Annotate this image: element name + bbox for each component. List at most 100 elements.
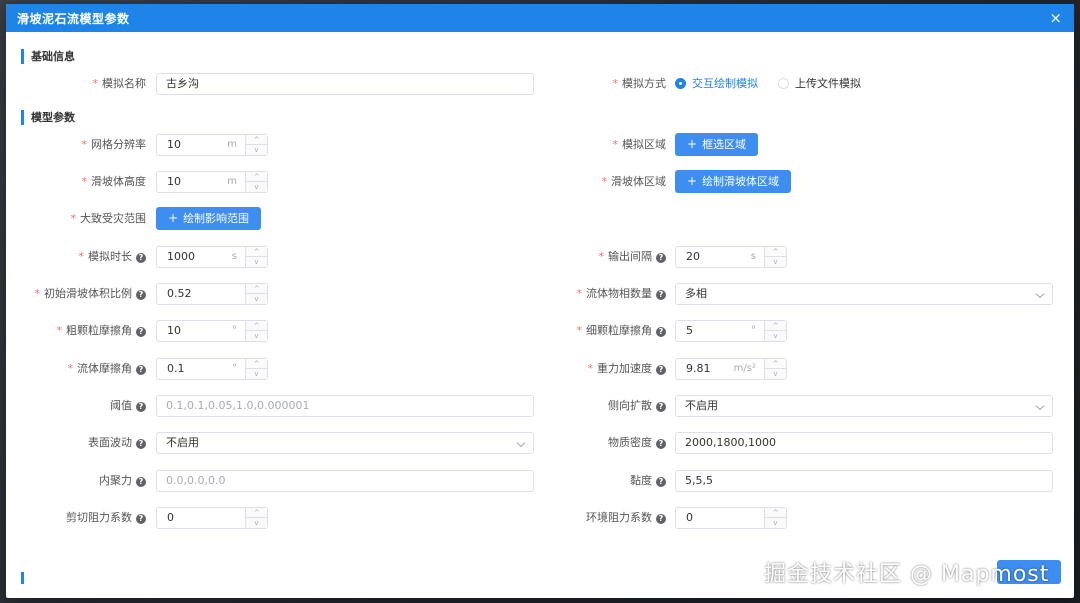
help-icon[interactable]: ? xyxy=(136,365,146,375)
sim-area-label: * 模拟区域 xyxy=(612,138,667,151)
help-icon[interactable]: ? xyxy=(656,290,666,300)
threshold-input[interactable]: 0.1,0.1,0.05,1.0,0.000001 xyxy=(156,395,534,417)
viscosity-label: 黏度? xyxy=(546,470,666,492)
plus-icon: + xyxy=(687,137,698,151)
phase-count-label: * 流体物相数量? xyxy=(546,283,666,305)
lateral-spread-select[interactable]: 不启用 xyxy=(675,395,1053,417)
help-icon[interactable]: ? xyxy=(136,290,146,300)
coarse-friction-stepper[interactable]: 10 ° ^ v xyxy=(156,320,268,342)
increment-icon[interactable]: ^ xyxy=(246,321,267,331)
viscosity-input[interactable]: 5,5,5 xyxy=(675,470,1053,492)
cohesion-label: 内聚力? xyxy=(26,470,146,492)
init-ratio-label: * 初始滑坡体积比例? xyxy=(26,283,146,305)
help-icon[interactable]: ? xyxy=(656,365,666,375)
stepper-controls: ^ v xyxy=(764,321,786,341)
draw-slide-area-button[interactable]: + 绘制滑坡体区域 xyxy=(675,170,792,193)
fine-friction-stepper[interactable]: 5 ° ^ v xyxy=(675,320,787,342)
gravity-stepper[interactable]: 9.81 m/s² ^ v xyxy=(675,358,787,380)
watermark: 掘金技术社区 @ Mapmost xyxy=(764,562,1050,587)
output-interval-stepper[interactable]: 20 s ^ v xyxy=(675,246,787,268)
decrement-icon[interactable]: v xyxy=(246,145,267,155)
help-icon[interactable]: ? xyxy=(136,402,146,412)
increment-icon[interactable]: ^ xyxy=(246,172,267,182)
fluid-friction-stepper[interactable]: 0.1 ° ^ v xyxy=(156,358,268,380)
close-icon[interactable]: × xyxy=(1049,10,1062,26)
decrement-icon[interactable]: v xyxy=(246,518,267,528)
coarse-friction-label: * 粗颗粒摩擦角? xyxy=(26,320,146,342)
density-label: 物质密度? xyxy=(546,432,666,454)
phase-count-select[interactable]: 多相 xyxy=(675,283,1053,305)
decrement-icon[interactable]: v xyxy=(765,257,786,267)
increment-icon[interactable]: ^ xyxy=(765,247,786,257)
impact-range-label: * 大致受灾范围 xyxy=(70,212,147,225)
surface-wave-label: 表面波动? xyxy=(26,432,146,454)
decrement-icon[interactable]: v xyxy=(765,369,786,379)
section-model-title: 模型参数 xyxy=(21,110,75,125)
radio-interactive-draw[interactable]: 交互绘制模拟 xyxy=(675,73,758,95)
decrement-icon[interactable]: v xyxy=(246,294,267,304)
draw-impact-range-button[interactable]: + 绘制影响范围 xyxy=(156,207,262,230)
dialog-title: 滑坡泥石流模型参数 xyxy=(17,11,130,26)
increment-icon[interactable]: ^ xyxy=(765,508,786,518)
stepper-controls: ^ v xyxy=(245,284,267,304)
grid-res-label: * 网格分辨率 xyxy=(81,138,147,151)
fluid-friction-label: * 流体摩擦角? xyxy=(26,358,146,380)
decrement-icon[interactable]: v xyxy=(246,257,267,267)
init-ratio-stepper[interactable]: 0.52 ^ v xyxy=(156,283,268,305)
help-icon[interactable]: ? xyxy=(136,514,146,524)
fine-friction-label: * 细颗粒摩擦角? xyxy=(546,320,666,342)
lateral-spread-label: 侧向扩散? xyxy=(546,395,666,417)
help-icon[interactable]: ? xyxy=(656,253,666,263)
next-section-title-partial xyxy=(21,572,101,584)
increment-icon[interactable]: ^ xyxy=(246,247,267,257)
chevron-down-icon xyxy=(1035,401,1045,411)
decrement-icon[interactable]: v xyxy=(246,331,267,341)
env-coef-stepper[interactable]: 0 ^ v xyxy=(675,507,787,529)
decrement-icon[interactable]: v xyxy=(765,518,786,528)
surface-wave-select[interactable]: 不启用 xyxy=(156,432,534,454)
stepper-controls: ^ v xyxy=(245,321,267,341)
increment-icon[interactable]: ^ xyxy=(246,508,267,518)
sim-duration-stepper[interactable]: 1000 s ^ v xyxy=(156,246,268,268)
increment-icon[interactable]: ^ xyxy=(765,321,786,331)
help-icon[interactable]: ? xyxy=(136,327,146,337)
plus-icon: + xyxy=(168,211,179,225)
sim-name-input[interactable]: 古乡沟 xyxy=(156,73,534,95)
output-interval-label: * 输出间隔? xyxy=(546,246,666,268)
env-coef-label: 环境阻力系数? xyxy=(546,507,666,529)
help-icon[interactable]: ? xyxy=(656,439,666,449)
stepper-controls: ^ v xyxy=(245,508,267,528)
help-icon[interactable]: ? xyxy=(656,477,666,487)
help-icon[interactable]: ? xyxy=(656,327,666,337)
plus-icon: + xyxy=(687,174,698,188)
help-icon[interactable]: ? xyxy=(656,402,666,412)
select-area-button[interactable]: + 框选区域 xyxy=(675,133,759,156)
help-icon[interactable]: ? xyxy=(656,514,666,524)
decrement-icon[interactable]: v xyxy=(765,331,786,341)
threshold-label: 阈值? xyxy=(26,395,146,417)
shear-coef-stepper[interactable]: 0 ^ v xyxy=(156,507,268,529)
help-icon[interactable]: ? xyxy=(136,439,146,449)
stepper-controls: ^ v xyxy=(764,247,786,267)
dialog-header: 滑坡泥石流模型参数 × xyxy=(6,4,1074,32)
grid-res-stepper[interactable]: 10 m ^ v xyxy=(156,134,268,156)
model-params-dialog: 滑坡泥石流模型参数 × 基础信息 * 模拟名称 古乡沟 * 模拟方式 交互绘制模拟 … xyxy=(6,4,1074,598)
increment-icon[interactable]: ^ xyxy=(246,359,267,369)
radio-dot-icon xyxy=(778,78,789,89)
increment-icon[interactable]: ^ xyxy=(246,284,267,294)
increment-icon[interactable]: ^ xyxy=(246,135,267,145)
help-icon[interactable]: ? xyxy=(136,253,146,263)
stepper-controls: ^ v xyxy=(245,359,267,379)
increment-icon[interactable]: ^ xyxy=(765,359,786,369)
density-input[interactable]: 2000,1800,1000 xyxy=(675,432,1053,454)
decrement-icon[interactable]: v xyxy=(246,369,267,379)
slide-height-stepper[interactable]: 10 m ^ v xyxy=(156,171,268,193)
cohesion-input[interactable]: 0.0,0.0,0.0 xyxy=(156,470,534,492)
help-icon[interactable]: ? xyxy=(136,477,146,487)
decrement-icon[interactable]: v xyxy=(246,182,267,192)
stepper-controls: ^ v xyxy=(764,359,786,379)
stepper-controls: ^ v xyxy=(764,508,786,528)
slide-height-label: * 滑坡体高度 xyxy=(81,175,147,188)
dialog-body: 基础信息 * 模拟名称 古乡沟 * 模拟方式 交互绘制模拟 上传文件模拟 模型参数 … xyxy=(6,32,1074,598)
radio-upload-file[interactable]: 上传文件模拟 xyxy=(778,73,861,95)
